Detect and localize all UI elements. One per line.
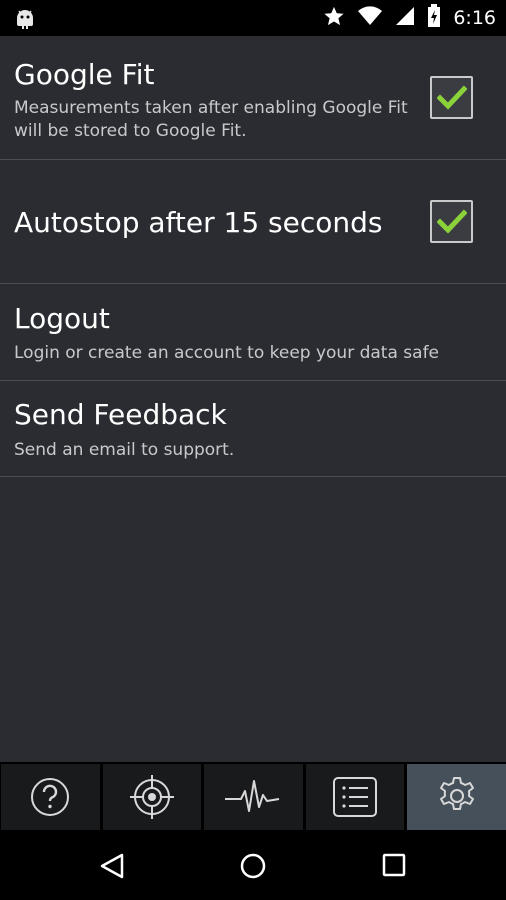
list-icon (333, 777, 378, 817)
help-icon (31, 778, 70, 816)
target-icon (129, 775, 174, 819)
setting-summary: Send an email to support. (14, 440, 235, 460)
setting-autostop[interactable]: Autostop after 15 seconds (0, 160, 506, 284)
battery-charging-icon (427, 4, 441, 32)
setting-logout[interactable]: Logout Login or create an account to kee… (0, 284, 506, 381)
wifi-icon (357, 5, 383, 31)
settings-list: Google Fit Measurements taken after enab… (0, 36, 506, 762)
back-icon[interactable] (99, 852, 125, 884)
status-bar: 6:16 (0, 0, 506, 36)
tab-help[interactable] (1, 764, 100, 830)
heartbeat-icon (225, 780, 280, 812)
setting-summary: Measurements taken after enabling Google… (14, 98, 408, 141)
tab-settings[interactable] (407, 764, 506, 830)
signal-icon (395, 5, 415, 31)
setting-title: Logout (14, 302, 110, 335)
home-icon[interactable] (239, 852, 267, 884)
tab-measure[interactable] (102, 764, 202, 830)
tab-history-graph[interactable] (204, 764, 303, 830)
setting-title: Send Feedback (14, 398, 227, 431)
android-icon (14, 6, 36, 34)
checkmark-icon (436, 84, 467, 110)
status-time: 6:16 (453, 7, 496, 29)
tab-list[interactable] (305, 764, 405, 830)
star-icon (323, 5, 345, 31)
bottom-tab-bar (0, 762, 506, 832)
autostop-checkbox[interactable] (430, 200, 473, 243)
setting-title: Autostop after 15 seconds (14, 206, 383, 239)
google-fit-checkbox[interactable] (430, 76, 473, 119)
setting-summary: Login or create an account to keep your … (14, 343, 440, 363)
navigation-bar (0, 832, 506, 900)
settings-gear-icon (439, 777, 474, 810)
recents-icon[interactable] (381, 852, 407, 882)
setting-google-fit[interactable]: Google Fit Measurements taken after enab… (0, 36, 506, 160)
checkmark-icon (436, 208, 467, 234)
setting-title: Google Fit (14, 58, 155, 91)
setting-send-feedback[interactable]: Send Feedback Send an email to support. (0, 381, 506, 477)
